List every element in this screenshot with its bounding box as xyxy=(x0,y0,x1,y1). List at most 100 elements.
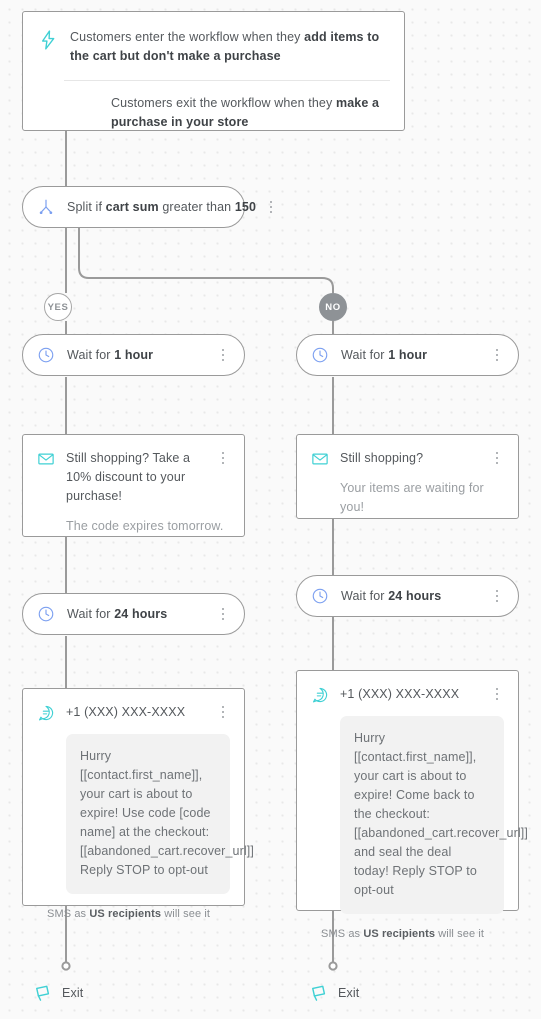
trigger-entry-text: Customers enter the workflow when they a… xyxy=(70,28,386,66)
no-sms-footer-suffix: will see it xyxy=(435,928,485,940)
yes-email-menu-button[interactable] xyxy=(214,449,232,467)
kebab-dot xyxy=(221,607,225,611)
no-email-card[interactable]: Still shopping? Your items are waiting f… xyxy=(296,434,519,519)
kebab-dot xyxy=(221,456,225,460)
no-exit-node[interactable]: Exit xyxy=(309,983,359,1003)
trigger-exit-text: Customers exit the workflow when they ma… xyxy=(111,94,386,132)
yes-wait-2-value: 24 hours xyxy=(114,607,168,621)
split-node-menu-button[interactable] xyxy=(262,198,280,216)
no-email-header: Still shopping? xyxy=(297,435,518,468)
split-middle: greater than xyxy=(158,200,235,214)
kebab-dot xyxy=(221,451,225,455)
split-value: 150 xyxy=(234,200,257,214)
no-wait-1-hour-node[interactable]: Wait for 1 hour xyxy=(296,334,519,376)
kebab-dot xyxy=(269,205,273,209)
kebab-dot xyxy=(269,210,273,214)
split-node[interactable]: Split if cart sum greater than 150 xyxy=(22,186,273,228)
yes-sms-card[interactable]: +1 (XXX) XXX-XXXX Hurry [[contact.first_… xyxy=(22,688,254,920)
yes-exit-node[interactable]: Exit xyxy=(33,983,83,1003)
no-wait-24-hours-label: Wait for 24 hours xyxy=(341,589,482,603)
branch-badge-yes-label: YES xyxy=(47,301,69,313)
yes-sms-footer-prefix: SMS as xyxy=(47,908,90,920)
branch-badge-no-label: NO xyxy=(325,301,341,313)
branch-badge-no: NO xyxy=(319,293,347,321)
yes-sms-sender: +1 (XXX) XXX-XXXX xyxy=(66,705,186,719)
kebab-dot xyxy=(221,617,225,621)
kebab-dot xyxy=(221,705,225,709)
kebab-dot xyxy=(495,692,499,696)
no-sms-card[interactable]: +1 (XXX) XXX-XXXX Hurry [[contact.first_… xyxy=(296,670,528,940)
split-field: cart sum xyxy=(105,200,159,214)
no-sms-footer-bold: US recipients xyxy=(363,928,436,940)
lightning-bolt-icon xyxy=(41,30,55,50)
kebab-dot xyxy=(221,348,225,352)
no-email-subject: Still shopping? xyxy=(340,451,424,465)
yes-sms-footer-bold: US recipients xyxy=(89,908,162,920)
no-wait-24-hours-menu-button[interactable] xyxy=(488,587,506,605)
yes-email-preview: The code expires tomorrow. xyxy=(66,519,224,533)
trigger-exit-prefix: Customers exit the workflow when they xyxy=(111,96,336,110)
envelope-icon xyxy=(312,453,328,465)
yes-sms-footer: SMS as US recipients will see it xyxy=(23,894,244,920)
yes-wait-24-hours-label: Wait for 24 hours xyxy=(67,607,208,621)
kebab-dot xyxy=(495,456,499,460)
yes-email-card[interactable]: Still shopping? Take a 10% discount to y… xyxy=(22,434,245,537)
kebab-dot xyxy=(495,594,499,598)
sms-chat-icon xyxy=(312,687,328,703)
clock-icon xyxy=(312,588,328,604)
yes-wait-1-hour-label: Wait for 1 hour xyxy=(67,348,208,362)
kebab-dot xyxy=(495,461,499,465)
kebab-dot xyxy=(221,353,225,357)
kebab-dot xyxy=(495,353,499,357)
branch-badge-yes: YES xyxy=(44,293,72,321)
yes-sms-menu-button[interactable] xyxy=(214,703,232,721)
yes-exit-terminator xyxy=(61,961,71,971)
yes-wait-24-hours-menu-button[interactable] xyxy=(214,605,232,623)
yes-wait-1-hour-node[interactable]: Wait for 1 hour xyxy=(22,334,245,376)
no-wait-1-hour-menu-button[interactable] xyxy=(488,346,506,364)
kebab-dot xyxy=(495,451,499,455)
no-sms-message-bubble: Hurry [[contact.first_name]], your cart … xyxy=(340,716,528,914)
trigger-entry-row: Customers enter the workflow when they a… xyxy=(23,12,404,80)
yes-wait-24-hours-node[interactable]: Wait for 24 hours xyxy=(22,593,245,635)
no-wait-1-hour-label: Wait for 1 hour xyxy=(341,348,482,362)
no-email-menu-button[interactable] xyxy=(488,449,506,467)
kebab-dot xyxy=(495,697,499,701)
kebab-dot xyxy=(221,358,225,362)
envelope-icon xyxy=(38,453,54,465)
yes-wait-1-value: 1 hour xyxy=(114,348,154,362)
clock-icon xyxy=(38,347,54,363)
split-prefix: Split if xyxy=(67,200,106,214)
trigger-entry-prefix: Customers enter the workflow when they xyxy=(70,30,305,44)
kebab-dot xyxy=(495,687,499,691)
no-exit-terminator xyxy=(328,961,338,971)
kebab-dot xyxy=(221,715,225,719)
kebab-dot xyxy=(495,599,499,603)
exit-flag-icon xyxy=(36,985,50,1001)
kebab-dot xyxy=(495,358,499,362)
no-email-preview: Your items are waiting for you! xyxy=(340,481,484,514)
no-sms-footer-prefix: SMS as xyxy=(321,928,364,940)
yes-sms-footer-suffix: will see it xyxy=(161,908,211,920)
kebab-dot xyxy=(495,589,499,593)
no-sms-sender: +1 (XXX) XXX-XXXX xyxy=(340,687,460,701)
yes-wait-1-hour-menu-button[interactable] xyxy=(214,346,232,364)
yes-wait-1-prefix: Wait for xyxy=(67,348,115,362)
workflow-canvas: Customers enter the workflow when they a… xyxy=(0,0,541,1019)
no-wait-24-hours-node[interactable]: Wait for 24 hours xyxy=(296,575,519,617)
yes-exit-label: Exit xyxy=(62,986,84,1000)
kebab-dot xyxy=(269,200,273,204)
kebab-dot xyxy=(495,348,499,352)
clock-icon xyxy=(312,347,328,363)
no-sms-footer: SMS as US recipients will see it xyxy=(297,914,518,940)
yes-wait-2-prefix: Wait for xyxy=(67,607,115,621)
no-wait-2-prefix: Wait for xyxy=(341,589,389,603)
kebab-dot xyxy=(221,461,225,465)
yes-email-header: Still shopping? Take a 10% discount to y… xyxy=(23,435,244,506)
trigger-card[interactable]: Customers enter the workflow when they a… xyxy=(22,11,405,131)
exit-flag-icon xyxy=(312,985,326,1001)
clock-icon xyxy=(38,606,54,622)
yes-sms-header: +1 (XXX) XXX-XXXX xyxy=(23,689,244,722)
no-sms-menu-button[interactable] xyxy=(488,685,506,703)
no-exit-label: Exit xyxy=(338,986,360,1000)
